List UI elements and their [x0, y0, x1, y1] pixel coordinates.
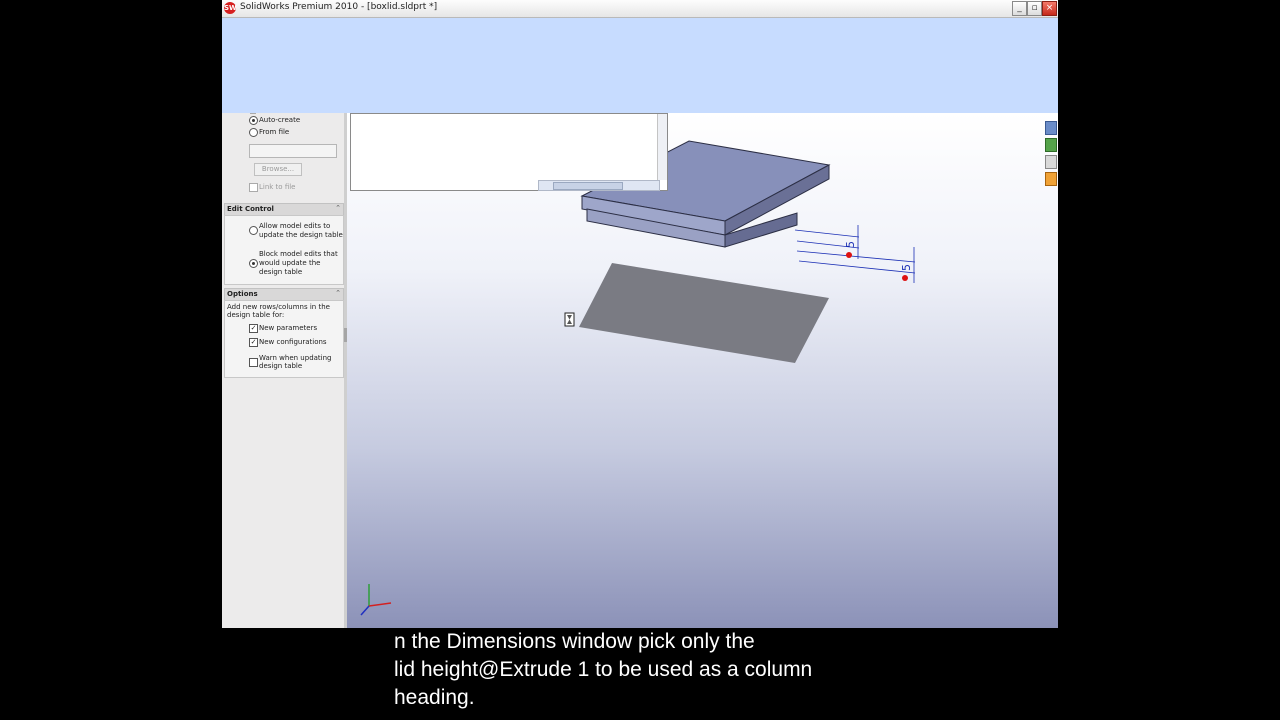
- auto-create-radio[interactable]: [249, 116, 258, 125]
- allow-model-edits-radio[interactable]: [249, 226, 258, 235]
- dimension-label[interactable]: 5: [900, 264, 913, 271]
- resources-tab-icon[interactable]: [1045, 121, 1057, 135]
- close-button[interactable]: ×: [1042, 1, 1057, 16]
- options-title: Options: [227, 290, 258, 298]
- subtitle-line-3: heading.: [394, 686, 475, 709]
- horizontal-scrollbar[interactable]: [538, 180, 660, 191]
- dimension-error-marker: [902, 275, 908, 281]
- dimension-label[interactable]: 5: [844, 241, 857, 248]
- file-explorer-tab-icon[interactable]: [1045, 155, 1057, 169]
- new-configurations-label: New configurations: [259, 338, 327, 346]
- new-configurations-checkbox[interactable]: ✓: [249, 338, 258, 347]
- dimension-annotations[interactable]: [794, 225, 916, 283]
- graphics-viewport[interactable]: 5 5: [347, 113, 1058, 628]
- block-model-edits-radio[interactable]: [249, 259, 258, 268]
- warn-when-updating-checkbox[interactable]: [249, 358, 258, 367]
- link-to-file-checkbox[interactable]: [249, 183, 258, 192]
- block-model-edits-label-line-2: would update the: [259, 259, 321, 267]
- command-manager-ribbon: [222, 18, 1058, 113]
- custom-properties-tab-icon[interactable]: [1045, 172, 1057, 186]
- minimize-button[interactable]: _: [1012, 1, 1027, 16]
- reference-triad-icon: [360, 584, 392, 616]
- hourglass-cursor-icon: [564, 312, 575, 327]
- warn-when-updating-label-line-2: design table: [259, 362, 303, 370]
- from-file-label: From file: [259, 128, 290, 136]
- options-description-line-2: design table for:: [227, 311, 285, 319]
- new-parameters-label: New parameters: [259, 324, 318, 332]
- video-subtitle: n the Dimensions window pick only the li…: [394, 628, 994, 712]
- scrolled-radio-edge: [250, 110, 256, 114]
- task-pane-tabs: [1045, 121, 1057, 186]
- scrollbar-thumb[interactable]: [553, 182, 623, 190]
- restore-button[interactable]: ▫: [1027, 1, 1042, 16]
- design-table-window[interactable]: [350, 113, 668, 191]
- vertical-scrollbar[interactable]: [657, 114, 667, 180]
- title-bar: SW SolidWorks Premium 2010 - [boxlid.sld…: [222, 0, 1058, 18]
- collapse-icon[interactable]: ⌃: [335, 204, 341, 212]
- edit-control-title: Edit Control: [227, 205, 274, 213]
- subtitle-line-2: lid height@Extrude 1 to be used as a col…: [394, 658, 813, 681]
- window-title: SolidWorks Premium 2010 - [boxlid.sldprt…: [240, 2, 438, 12]
- dimension-error-marker: [846, 252, 852, 258]
- warn-when-updating-label-line-1: Warn when updating: [259, 354, 332, 362]
- browse-button[interactable]: Browse...: [254, 163, 302, 176]
- from-file-radio[interactable]: [249, 128, 258, 137]
- collapse-icon[interactable]: ⌃: [335, 289, 341, 297]
- file-path-input[interactable]: [249, 144, 337, 158]
- solidworks-window: SW SolidWorks Premium 2010 - [boxlid.sld…: [222, 0, 1058, 628]
- auto-create-label: Auto-create: [259, 116, 301, 124]
- subtitle-line-1: n the Dimensions window pick only the: [394, 630, 755, 653]
- options-description-line-1: Add new rows/columns in the: [227, 303, 330, 311]
- new-parameters-checkbox[interactable]: ✓: [249, 324, 258, 333]
- allow-model-edits-label-line-2: update the design table: [259, 231, 343, 239]
- block-model-edits-label-line-3: design table: [259, 268, 303, 276]
- appearances-tab-icon[interactable]: [1045, 138, 1057, 152]
- sketch-plane: [579, 263, 829, 363]
- link-to-file-label: Link to file: [259, 183, 296, 191]
- design-table-property-manager: Auto-create From file Browse... Link to …: [222, 113, 345, 628]
- solidworks-logo-icon: SW: [224, 2, 237, 14]
- block-model-edits-label-line-1: Block model edits that: [259, 250, 338, 258]
- allow-model-edits-label-line-1: Allow model edits to: [259, 222, 331, 230]
